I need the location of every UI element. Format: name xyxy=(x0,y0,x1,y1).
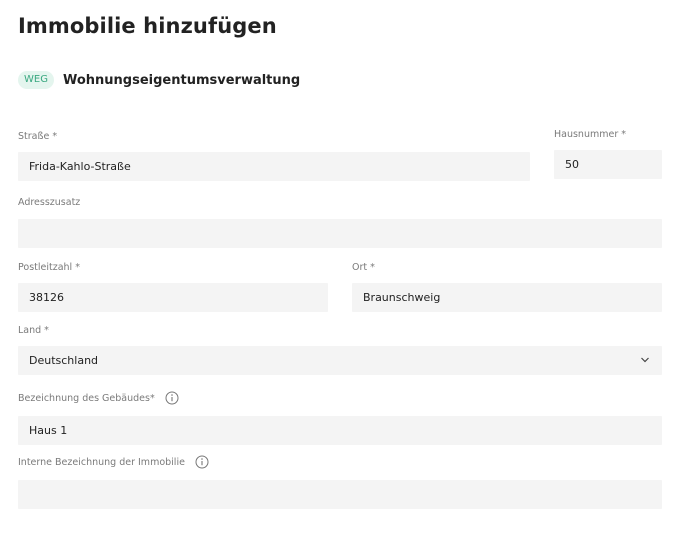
internal-name-label-row: Interne Bezeichnung der Immobilie xyxy=(18,455,209,469)
address-extra-input[interactable] xyxy=(18,219,662,248)
city-input[interactable]: Braunschweig xyxy=(352,283,662,312)
house-number-label: Hausnummer * xyxy=(554,129,627,140)
internal-name-label: Interne Bezeichnung der Immobilie xyxy=(18,456,185,468)
building-name-value: Haus 1 xyxy=(29,424,68,437)
city-label: Ort * xyxy=(352,262,375,273)
property-type-label: Wohnungseigentumsverwaltung xyxy=(62,72,301,88)
chevron-down-icon xyxy=(641,357,649,363)
postal-code-value: 38126 xyxy=(29,291,64,304)
building-name-input[interactable]: Haus 1 xyxy=(18,416,662,445)
country-select[interactable]: Deutschland xyxy=(18,346,662,375)
postal-code-input[interactable]: 38126 xyxy=(18,283,328,312)
info-icon[interactable] xyxy=(195,455,209,469)
house-number-value: 50 xyxy=(565,158,579,171)
building-name-label: Bezeichnung des Gebäudes* xyxy=(18,392,155,404)
postal-code-label: Postleitzahl * xyxy=(18,262,80,273)
house-number-input[interactable]: 50 xyxy=(554,150,662,179)
street-label: Straße * xyxy=(18,131,58,142)
property-type-badge: WEG xyxy=(18,71,54,89)
street-value: Frida-Kahlo-Straße xyxy=(29,160,131,173)
country-value: Deutschland xyxy=(29,354,99,367)
city-value: Braunschweig xyxy=(363,291,441,304)
property-type: WEG Wohnungseigentumsverwaltung xyxy=(18,71,300,89)
page-title: Immobilie hinzufügen xyxy=(18,14,277,38)
building-name-label-row: Bezeichnung des Gebäudes* xyxy=(18,391,179,405)
address-extra-label: Adresszusatz xyxy=(18,197,81,208)
country-label: Land * xyxy=(18,325,49,336)
info-icon[interactable] xyxy=(165,391,179,405)
street-input[interactable]: Frida-Kahlo-Straße xyxy=(18,152,530,181)
internal-name-input[interactable] xyxy=(18,480,662,509)
